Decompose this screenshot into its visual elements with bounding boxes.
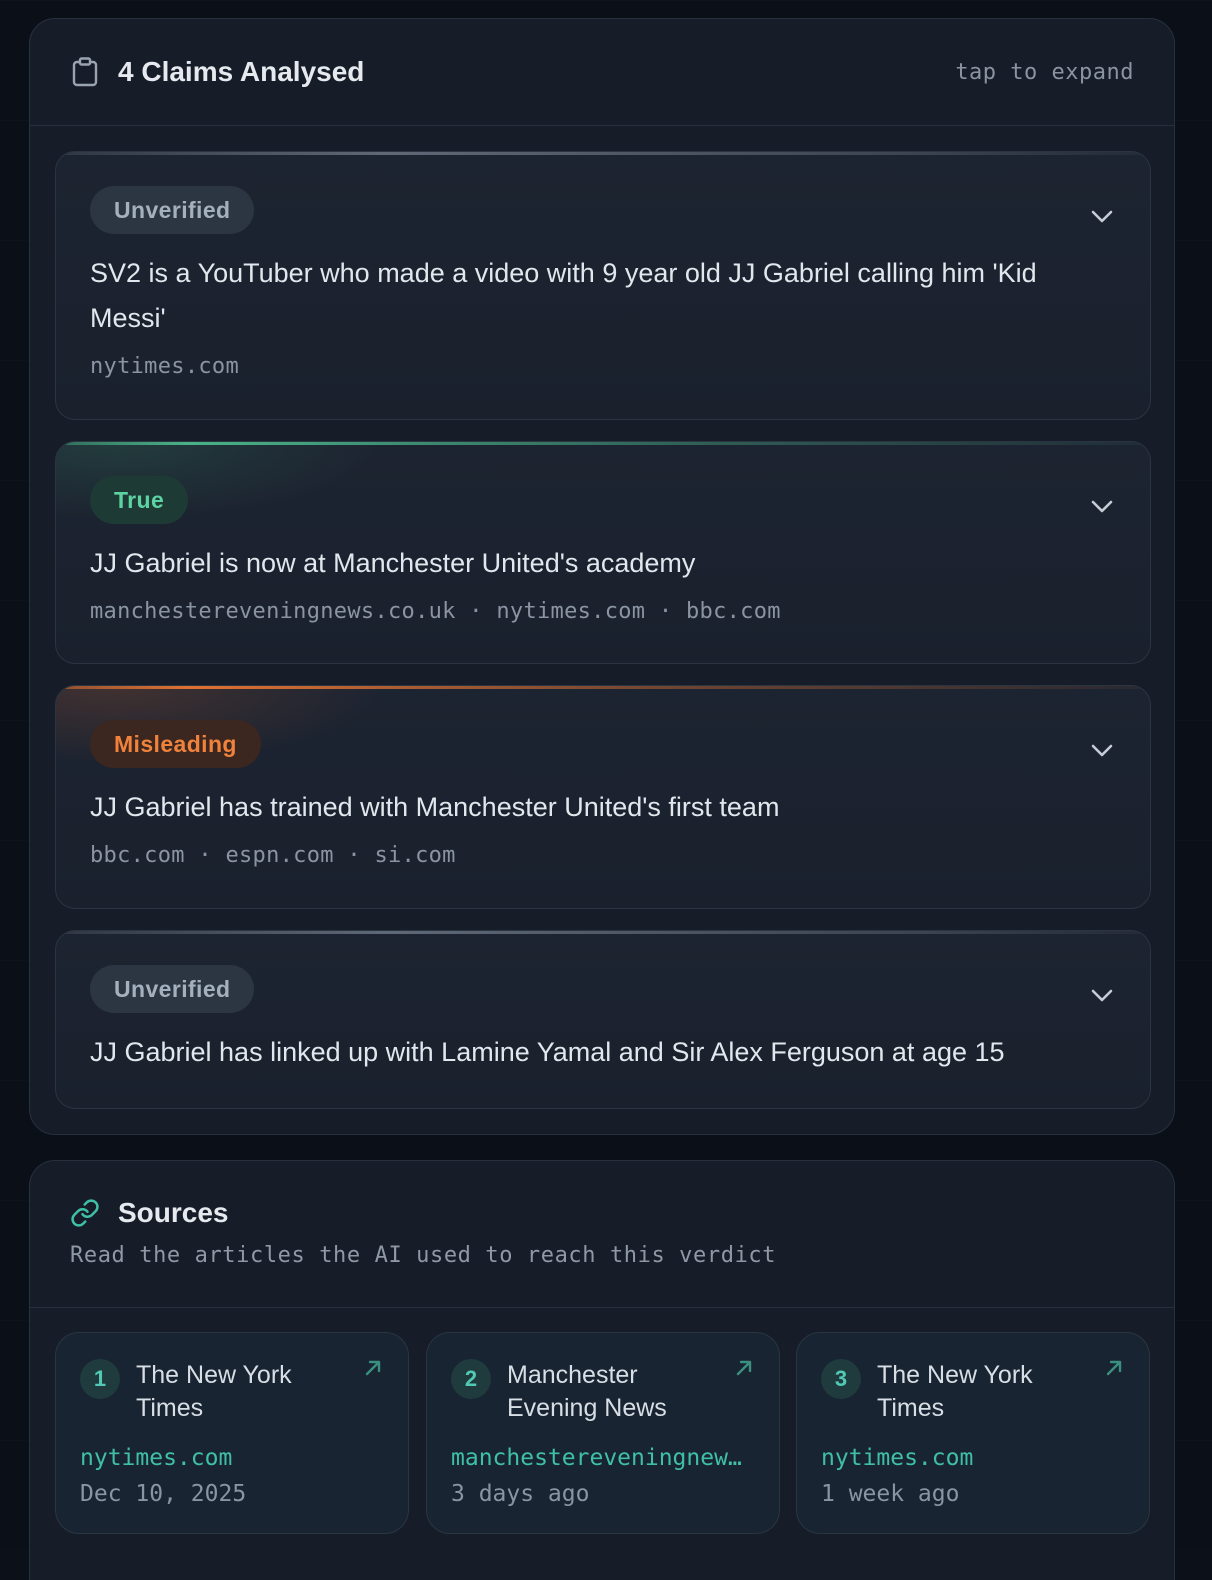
chevron-down-icon[interactable] xyxy=(1088,736,1116,764)
source-domain[interactable]: nytimes.com xyxy=(80,1445,384,1471)
verdict-badge-unverified: Unverified xyxy=(90,186,255,234)
source-card[interactable]: 3 The New York Times nytimes.com 1 week … xyxy=(796,1332,1150,1534)
source-date: Dec 10, 2025 xyxy=(80,1481,247,1507)
verdict-badge-misleading: Misleading xyxy=(90,720,261,768)
claims-panel: 4 Claims Analysed tap to expand Unverifi… xyxy=(29,18,1175,1135)
sources-header: Sources Read the articles the AI used to… xyxy=(30,1161,1174,1308)
source-domain[interactable]: nytimes.com xyxy=(821,1445,1125,1471)
external-link-icon[interactable] xyxy=(1103,1357,1125,1379)
source-number: 3 xyxy=(821,1359,861,1399)
source-date: 1 week ago xyxy=(821,1481,960,1507)
claim-sources: manchestereveningnews.co.uk · nytimes.co… xyxy=(90,599,781,624)
chevron-down-icon[interactable] xyxy=(1088,202,1116,230)
sources-panel: Sources Read the articles the AI used to… xyxy=(29,1160,1175,1580)
sources-subtitle: Read the articles the AI used to reach t… xyxy=(70,1243,777,1268)
sources-title: Sources xyxy=(118,1197,229,1228)
source-number: 2 xyxy=(451,1359,491,1399)
claim-card[interactable]: Misleading JJ Gabriel has trained with M… xyxy=(55,685,1151,909)
claim-accent-line xyxy=(56,686,1150,689)
claim-sources: bbc.com · espn.com · si.com xyxy=(90,843,456,868)
source-number: 1 xyxy=(80,1359,120,1399)
tap-to-expand-hint: tap to expand xyxy=(955,59,1134,85)
source-name: Manchester Evening News xyxy=(507,1361,667,1422)
verdict-badge-true: True xyxy=(90,476,189,524)
source-date: 3 days ago xyxy=(451,1481,590,1507)
chevron-down-icon[interactable] xyxy=(1088,492,1116,520)
source-domain[interactable]: manchestereveningnews.co.uk xyxy=(451,1445,755,1471)
external-link-icon[interactable] xyxy=(362,1357,384,1379)
verdict-badge-unverified: Unverified xyxy=(90,965,255,1013)
claim-card[interactable]: True JJ Gabriel is now at Manchester Uni… xyxy=(55,441,1151,664)
claim-sources: nytimes.com xyxy=(90,354,239,379)
source-name: The New York Times xyxy=(877,1361,1033,1422)
clipboard-icon xyxy=(72,57,102,87)
link-icon xyxy=(70,1197,102,1229)
source-name: The New York Times xyxy=(136,1361,292,1422)
claim-text: JJ Gabriel is now at Manchester United's… xyxy=(90,548,696,578)
claim-card[interactable]: Unverified JJ Gabriel has linked up with… xyxy=(55,930,1151,1109)
claims-panel-header[interactable]: 4 Claims Analysed tap to expand xyxy=(30,19,1174,126)
source-card[interactable]: 1 The New York Times nytimes.com Dec 10,… xyxy=(55,1332,409,1534)
claim-accent-line xyxy=(56,931,1150,934)
claim-accent-line xyxy=(56,152,1150,155)
claim-text: JJ Gabriel has linked up with Lamine Yam… xyxy=(90,1037,1005,1067)
claim-text: JJ Gabriel has trained with Manchester U… xyxy=(90,792,780,822)
claim-card[interactable]: Unverified SV2 is a YouTuber who made a … xyxy=(55,151,1151,420)
chevron-down-icon[interactable] xyxy=(1088,981,1116,1009)
claims-panel-title: 4 Claims Analysed xyxy=(118,56,365,87)
claim-text: SV2 is a YouTuber who made a video with … xyxy=(90,258,1037,333)
external-link-icon[interactable] xyxy=(733,1357,755,1379)
source-card[interactable]: 2 Manchester Evening News manchestereven… xyxy=(426,1332,780,1534)
claim-accent-line xyxy=(56,442,1150,445)
